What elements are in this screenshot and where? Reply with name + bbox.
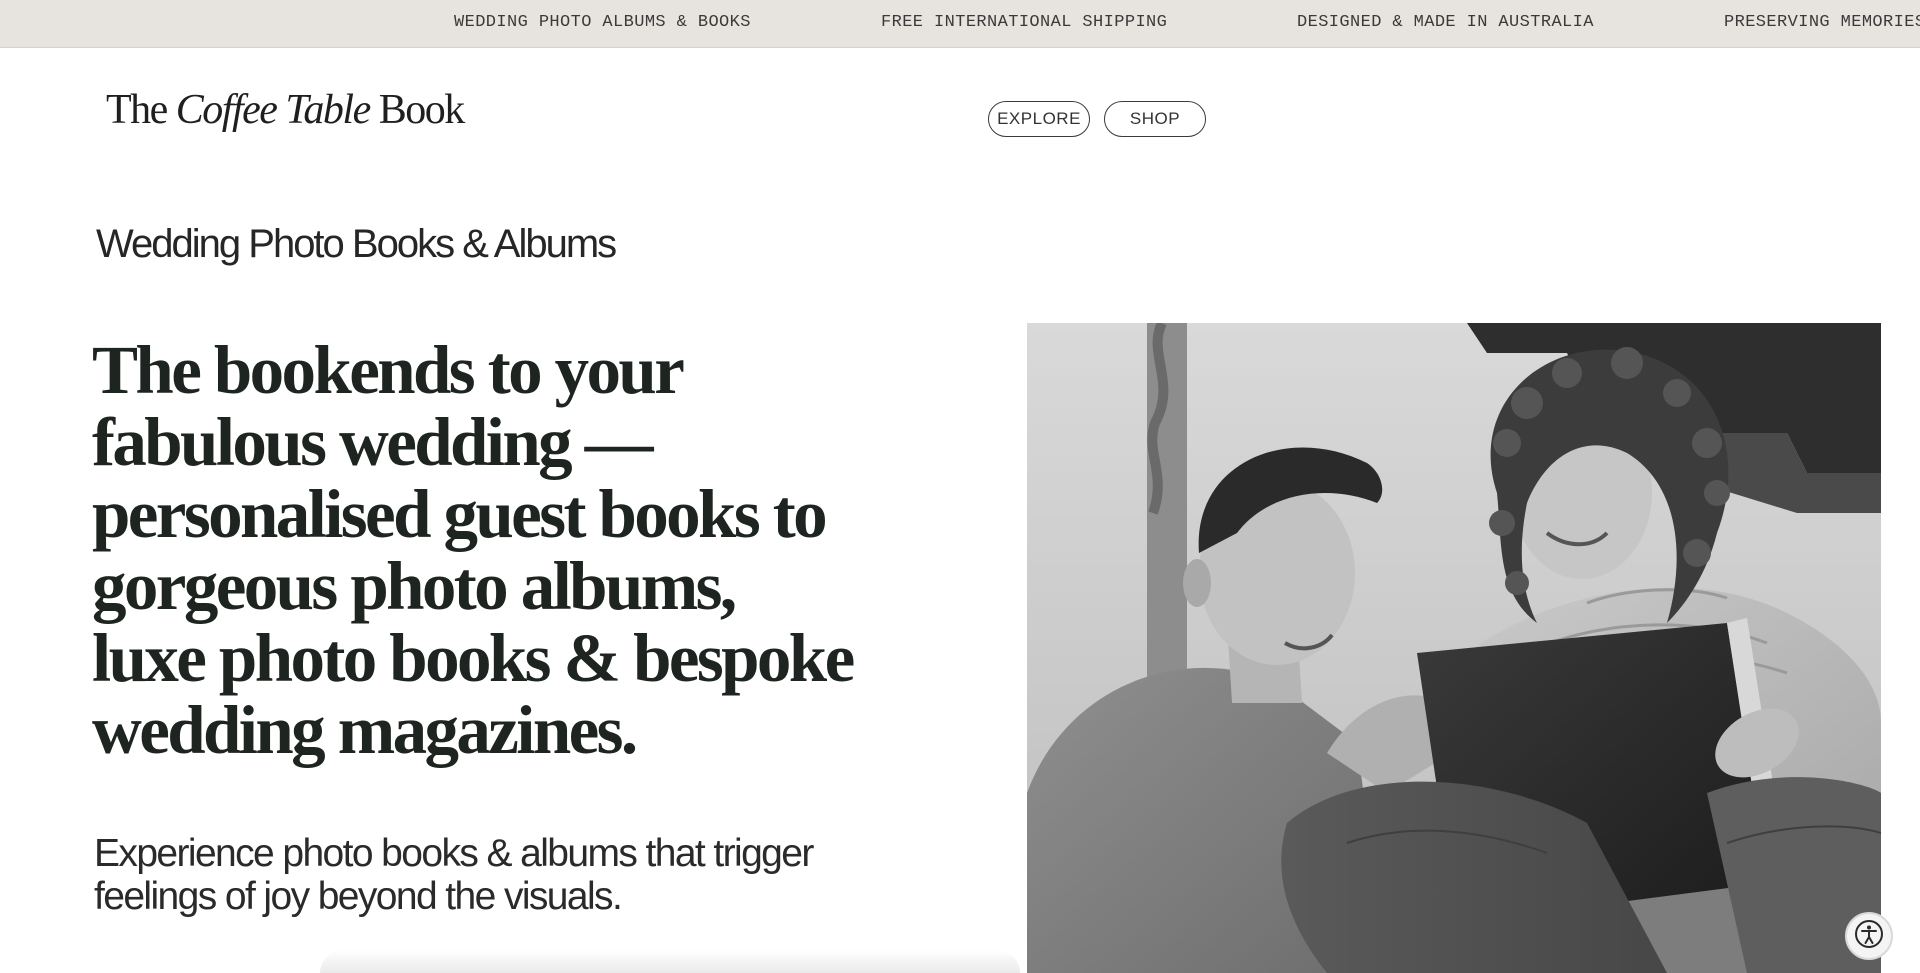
- section-label: Wedding Photo Books & Albums: [96, 222, 617, 266]
- explore-nav-button[interactable]: EXPLORE: [988, 101, 1090, 137]
- headline-line: luxe photo books & bespoke: [92, 620, 855, 696]
- logo-text-book: Book: [369, 87, 466, 133]
- ticker-item: DESIGNED & MADE IN AUSTRALIA: [1297, 13, 1594, 32]
- accessibility-icon: [1854, 919, 1884, 954]
- scroll-fade: [320, 950, 1020, 973]
- logo-text-coffee-table: Coffee Table: [175, 87, 371, 133]
- ticker-item: WEDDING PHOTO ALBUMS & BOOKS: [454, 13, 751, 32]
- headline-line: fabulous wedding —: [92, 404, 654, 480]
- subtext-line: feelings of joy beyond the visuals.: [94, 875, 623, 918]
- site-logo[interactable]: The Coffee Table Book: [106, 86, 466, 134]
- hero-subtext: Experience photo books & albums that tri…: [94, 832, 874, 918]
- headline-line: wedding magazines.: [92, 692, 638, 768]
- shop-nav-button[interactable]: SHOP: [1104, 101, 1206, 137]
- subtext-line: Experience photo books & albums that tri…: [94, 832, 814, 875]
- announcement-ticker: WEDDING PHOTO ALBUMS & BOOKS FREE INTERN…: [0, 0, 1920, 48]
- headline-line: The bookends to your: [92, 332, 685, 408]
- couple-photo-album-image: [1027, 323, 1881, 973]
- accessibility-button[interactable]: [1845, 912, 1893, 960]
- logo-text-the: The: [106, 87, 176, 133]
- headline-line: gorgeous photo albums,: [92, 548, 737, 624]
- headline-line: personalised guest books to: [92, 476, 828, 552]
- hero-headline: The bookends to your fabulous wedding — …: [92, 334, 912, 766]
- ticker-item: PRESERVING MEMORIES: [1724, 13, 1920, 32]
- ticker-item: FREE INTERNATIONAL SHIPPING: [881, 13, 1168, 32]
